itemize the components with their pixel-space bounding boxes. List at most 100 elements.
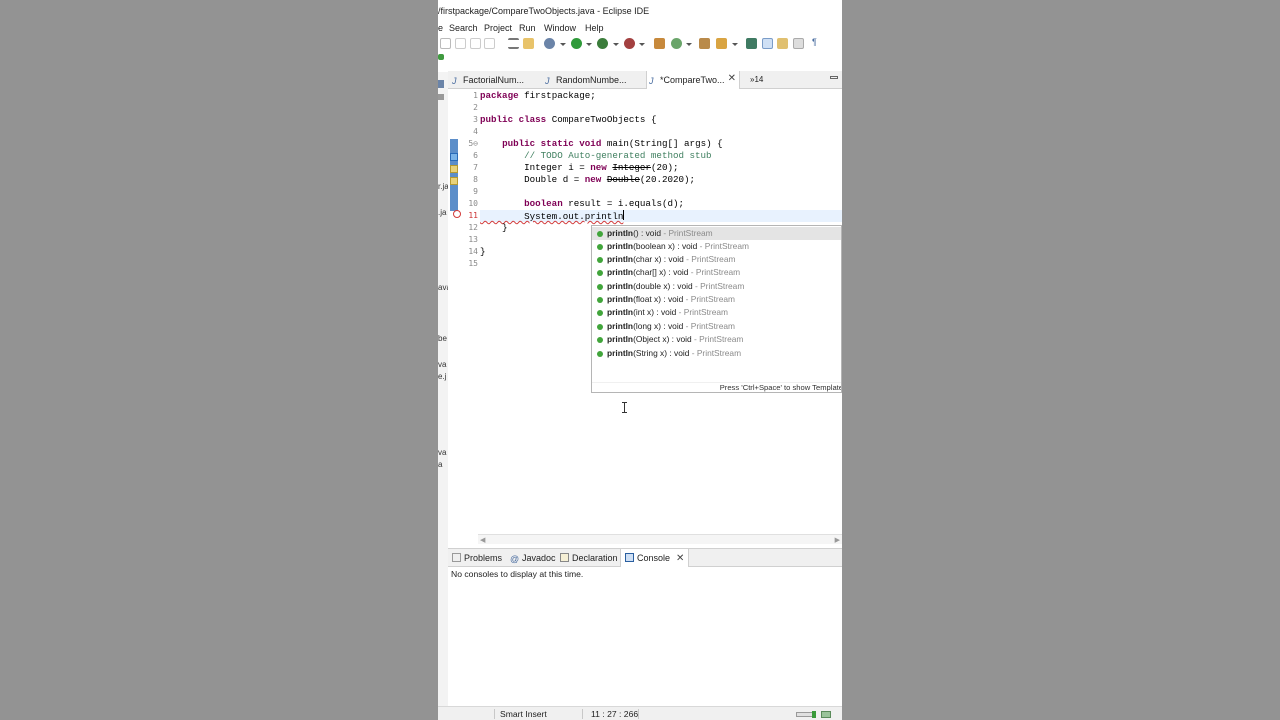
- line-number: 3: [473, 115, 478, 124]
- close-icon[interactable]: ✕: [728, 73, 736, 84]
- debug-icon[interactable]: [544, 38, 555, 49]
- toggle-highlight-icon[interactable]: [762, 38, 773, 49]
- open-type-icon[interactable]: [699, 38, 710, 49]
- tab-compare-two-objects[interactable]: J *CompareTwo... ✕: [646, 71, 740, 89]
- search-icon[interactable]: [716, 38, 727, 49]
- cursor-position: 11 : 27 : 266: [591, 709, 639, 719]
- horizontal-scrollbar[interactable]: ◀ ▶: [478, 534, 842, 544]
- strip-label: va: [438, 448, 447, 457]
- tab-label: RandomNumbe...: [556, 75, 627, 85]
- public-method-icon: [597, 244, 603, 250]
- collapse-icon[interactable]: [438, 80, 444, 88]
- tab-label: Problems: [464, 553, 503, 563]
- word-wrap-icon[interactable]: [793, 38, 804, 49]
- toolbar: ¶: [438, 36, 842, 60]
- run-icon[interactable]: [571, 38, 582, 49]
- back-icon[interactable]: [470, 38, 481, 49]
- tab-label: Javadoc: [522, 553, 556, 563]
- coverage-dropdown-icon[interactable]: [613, 43, 619, 46]
- toggle-mark-icon[interactable]: [508, 38, 519, 49]
- public-method-icon: [597, 297, 603, 303]
- public-method-icon: [597, 270, 603, 276]
- close-icon[interactable]: ✕: [676, 553, 684, 564]
- proposal-item[interactable]: println() : void - PrintStream: [592, 227, 841, 240]
- line-number: 12: [468, 223, 478, 232]
- strip-label: .ja: [438, 208, 447, 217]
- change-bar: [450, 139, 458, 211]
- bottom-panel: Problems @ Javadoc Declaration Console ✕ N…: [448, 548, 842, 706]
- proposal-item[interactable]: println(double x) : void - PrintStream: [592, 280, 841, 293]
- block-selection-icon[interactable]: [777, 38, 788, 49]
- prev-annotation-icon[interactable]: [455, 38, 466, 49]
- insert-mode: Smart Insert: [500, 709, 547, 719]
- public-method-icon: [597, 324, 603, 330]
- tab-problems[interactable]: Problems: [452, 553, 502, 563]
- status-divider: [582, 709, 583, 719]
- trim-icon[interactable]: [821, 711, 831, 718]
- debug-dropdown-icon[interactable]: [560, 43, 566, 46]
- text-cursor-icon: [622, 402, 627, 413]
- strip-label: va: [438, 360, 447, 369]
- content-assist-hint: Press 'Ctrl+Space' to show Template: [592, 382, 841, 392]
- strip-label: a: [438, 460, 443, 469]
- menu-bar: e Search Project Run Window Help: [438, 22, 842, 36]
- line-number: 8: [473, 175, 478, 184]
- code-line: }: [480, 246, 486, 257]
- external-tools-dropdown-icon[interactable]: [639, 43, 645, 46]
- problems-icon: [452, 553, 461, 562]
- code-line: }: [480, 222, 508, 233]
- tab-declaration[interactable]: Declaration: [560, 553, 618, 563]
- java-file-icon: J: [545, 76, 550, 86]
- tab-javadoc[interactable]: @ Javadoc: [510, 553, 556, 564]
- toolbar-overflow-icon[interactable]: [438, 54, 444, 60]
- coverage-icon[interactable]: [597, 38, 608, 49]
- next-annotation-icon[interactable]: [440, 38, 451, 49]
- new-java-project-icon[interactable]: [654, 38, 665, 49]
- editor-tab-bar: J FactorialNum... J RandomNumbe... J *Compa…: [448, 71, 842, 89]
- scroll-right-icon[interactable]: ▶: [835, 536, 840, 544]
- menu-run[interactable]: Run: [519, 23, 536, 33]
- open-task-icon[interactable]: [523, 38, 534, 49]
- status-divider: [494, 709, 495, 719]
- status-divider: [638, 709, 639, 719]
- menu-window[interactable]: Window: [544, 23, 576, 33]
- minimize-icon[interactable]: [830, 76, 838, 79]
- menu-help[interactable]: Help: [585, 23, 604, 33]
- search-dropdown-icon[interactable]: [732, 43, 738, 46]
- run-dropdown-icon[interactable]: [586, 43, 592, 46]
- new-class-icon[interactable]: [671, 38, 682, 49]
- tab-label: *CompareTwo...: [660, 75, 725, 85]
- line-number: 4: [473, 127, 478, 136]
- strip-label: r.ja: [438, 182, 448, 191]
- annotation-ruler: [448, 89, 461, 544]
- show-whitespace-icon[interactable]: ¶: [812, 37, 817, 47]
- declaration-icon: [560, 553, 569, 562]
- proposal-item[interactable]: println(int x) : void - PrintStream: [592, 306, 841, 319]
- menu-search[interactable]: Search: [449, 23, 478, 33]
- forward-icon[interactable]: [484, 38, 495, 49]
- tab-overflow-button[interactable]: »14: [750, 71, 763, 89]
- proposal-item[interactable]: println(long x) : void - PrintStream: [592, 320, 841, 333]
- external-tools-icon[interactable]: [624, 38, 635, 49]
- proposal-item[interactable]: println(char x) : void - PrintStream: [592, 253, 841, 266]
- code-line: package firstpackage;: [480, 90, 596, 101]
- scroll-left-icon[interactable]: ◀: [480, 536, 485, 544]
- proposal-item[interactable]: println(char[] x) : void - PrintStream: [592, 266, 841, 279]
- menu-project[interactable]: Project: [484, 23, 512, 33]
- tab-console[interactable]: Console ✕: [620, 549, 690, 567]
- proposal-item[interactable]: println(Object x) : void - PrintStream: [592, 333, 841, 346]
- line-number[interactable]: 5⊖: [468, 139, 478, 148]
- proposal-item[interactable]: println(boolean x) : void - PrintStream: [592, 240, 841, 253]
- link-icon[interactable]: [438, 94, 444, 100]
- pin-editor-icon[interactable]: [746, 38, 757, 49]
- title-bar: /firstpackage/CompareTwoObjects.java - E…: [438, 0, 842, 21]
- console-icon: [625, 553, 634, 562]
- new-class-dropdown-icon[interactable]: [686, 43, 692, 46]
- code-line: boolean result = i.equals(d);: [524, 198, 685, 209]
- public-method-icon: [597, 351, 603, 357]
- menu-file[interactable]: e: [438, 23, 443, 33]
- proposal-item[interactable]: println(String x) : void - PrintStream: [592, 347, 841, 360]
- tab-random[interactable]: J RandomNumbe...: [545, 71, 627, 89]
- proposal-item[interactable]: println(float x) : void - PrintStream: [592, 293, 841, 306]
- tab-factorial[interactable]: J FactorialNum...: [452, 71, 524, 89]
